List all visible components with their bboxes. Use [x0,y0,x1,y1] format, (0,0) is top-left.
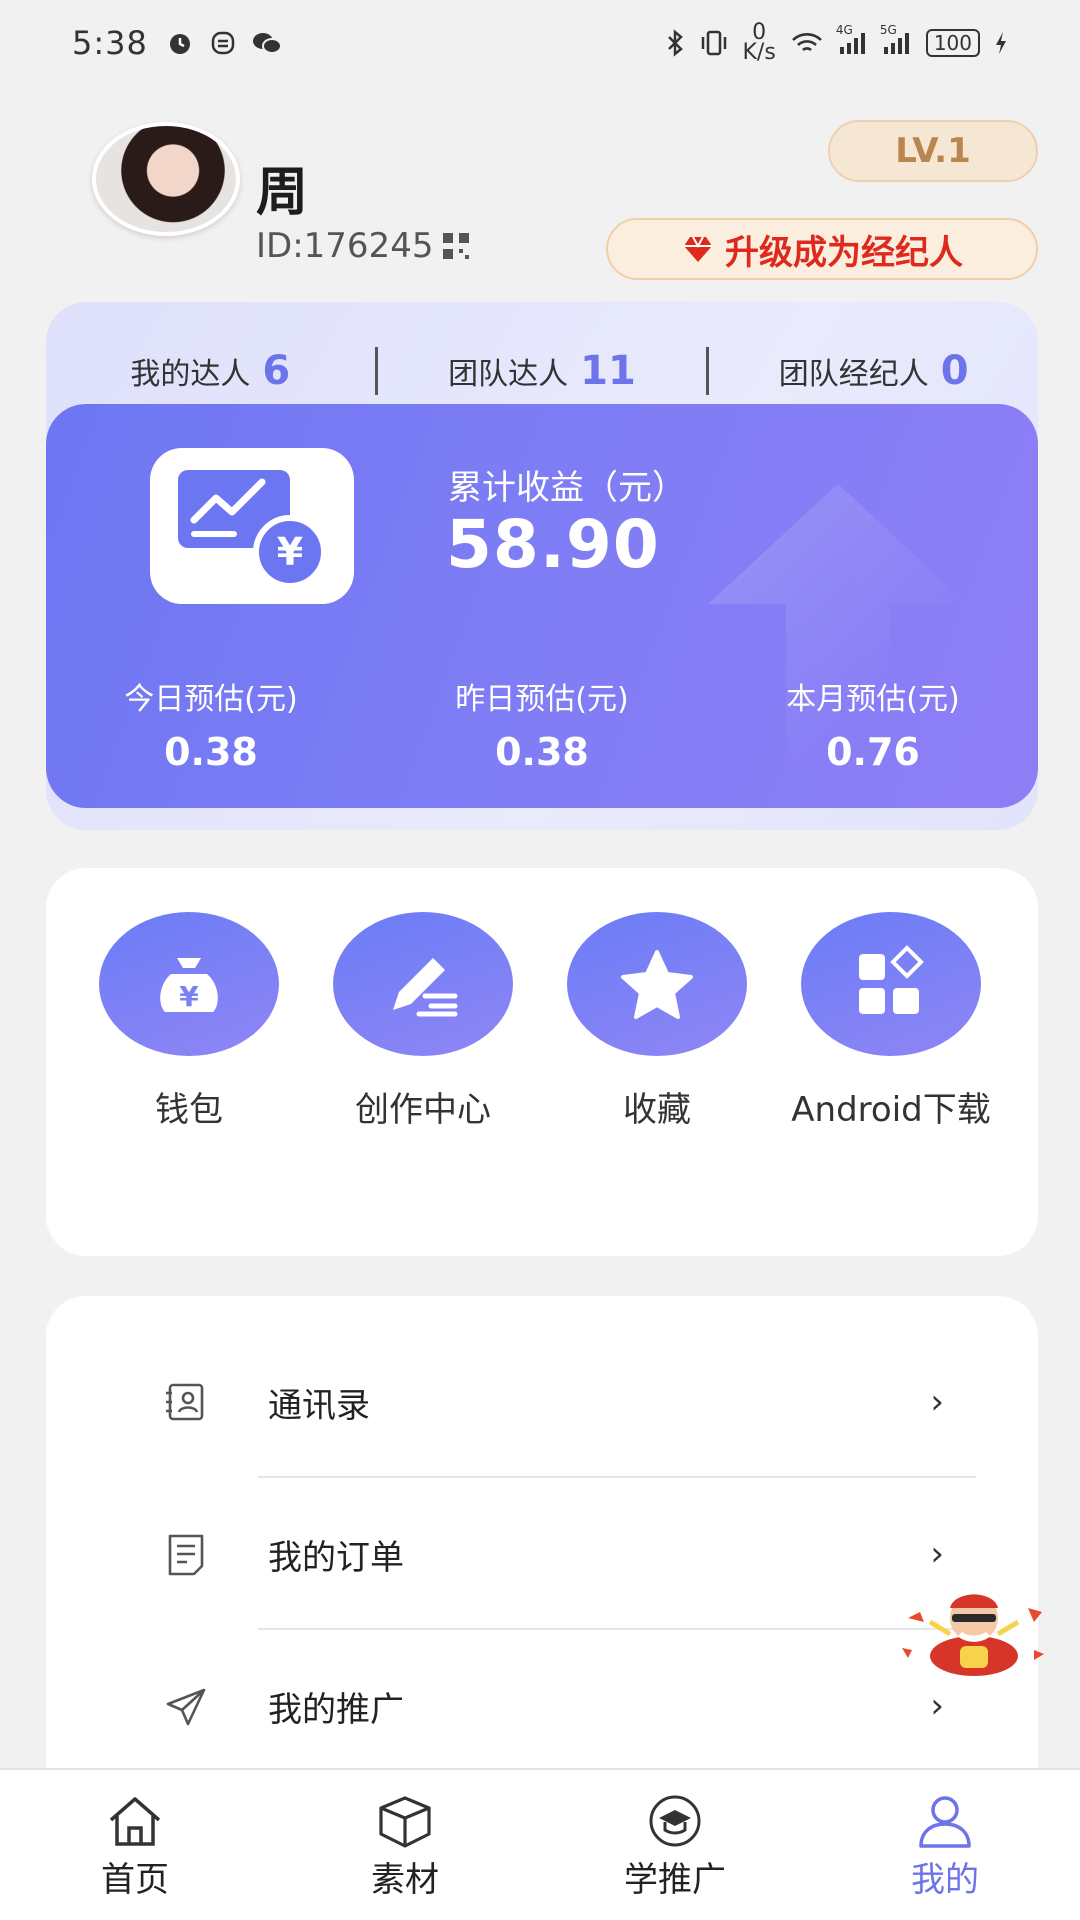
user-name: 周 [256,163,309,223]
send-icon [166,1688,206,1726]
earnings-chart-icon: ¥ [150,448,354,604]
function-grid: ¥ 钱包 创作中心 收藏 Android下载 [46,868,1038,1256]
home-icon [109,1797,161,1846]
graduation-icon [649,1795,701,1847]
android-download-button[interactable]: Android下载 [774,912,1008,1146]
box-icon [379,1796,431,1848]
tab-materials[interactable]: 素材 [270,1770,540,1920]
menu-item-promotion[interactable]: 我的推广 › [46,1630,1038,1782]
svg-text:¥: ¥ [179,980,199,1013]
total-earnings-label: 累计收益（元） [448,468,686,508]
total-earnings-value: 58.90 [446,506,660,583]
favorites-button[interactable]: 收藏 [540,912,774,1146]
team-stat-team-agent[interactable]: 团队经纪人 0 [709,348,1038,394]
today-estimate: 今日预估(元) 0.38 [124,682,298,774]
team-stat-my-talent[interactable]: 我的达人 6 [46,348,375,394]
lucky-draw-mascot[interactable] [900,1578,1048,1678]
tab-learn-promotion[interactable]: 学推广 [540,1770,810,1920]
signal-5g-icon: 5G [880,23,912,57]
star-icon [567,912,747,1056]
order-icon [168,1534,204,1576]
upgrade-label: 升级成为经纪人 [725,232,963,273]
user-icon [919,1796,971,1848]
svg-text:¥: ¥ [277,530,303,574]
user-id-text: ID:176245 [256,226,434,266]
chevron-right-icon: › [930,1686,944,1726]
menu-list: 通讯录 › 我的订单 › 我的推广 › [46,1296,1038,1816]
notification-icon [210,29,236,57]
menu-item-contacts[interactable]: 通讯录 › [46,1326,1038,1478]
alarm-icon [166,29,194,57]
status-bar: 5:38 0 K/s 4G 5G 100 [0,0,1080,86]
vibrate-icon [699,29,729,57]
team-stats-row: 我的达人 6 团队达人 11 团队经纪人 0 [46,336,1038,406]
diamond-heart-icon [681,234,715,264]
battery-indicator: 100 [925,29,980,57]
status-time: 5:38 [72,24,148,62]
pen-icon [333,912,513,1056]
signal-4g-icon: 4G [836,23,868,57]
yesterday-estimate: 昨日预估(元) 0.38 [455,682,629,774]
creation-center-button[interactable]: 创作中心 [306,912,540,1146]
wechat-icon [252,29,282,57]
bottom-tab-bar: 首页 素材 学推广 我的 [0,1768,1080,1920]
chevron-right-icon: › [930,1382,944,1422]
money-bag-icon: ¥ [99,912,279,1056]
tab-home[interactable]: 首页 [0,1770,270,1920]
avatar[interactable] [92,122,240,236]
month-estimate: 本月预估(元) 0.76 [786,682,960,774]
charging-icon [994,31,1008,55]
earnings-panel[interactable]: ¥ 累计收益（元） 58.90 今日预估(元) 0.38 昨日预估(元) 0.3… [46,404,1038,808]
contacts-icon [166,1383,204,1421]
net-speed: 0 K/s [742,20,776,65]
wallet-button[interactable]: ¥ 钱包 [72,912,306,1146]
chevron-right-icon: › [930,1534,944,1574]
wifi-icon [790,29,824,57]
team-stat-team-talent[interactable]: 团队达人 11 [378,348,707,394]
qr-code-icon[interactable] [443,233,470,259]
level-badge[interactable]: LV.1 [828,120,1038,182]
bluetooth-icon [665,29,685,57]
apps-icon [801,912,981,1056]
user-id: ID:176245 [256,226,470,266]
menu-item-orders[interactable]: 我的订单 › [46,1478,1038,1630]
upgrade-button[interactable]: 升级成为经纪人 [606,218,1038,280]
tab-mine[interactable]: 我的 [810,1770,1080,1920]
